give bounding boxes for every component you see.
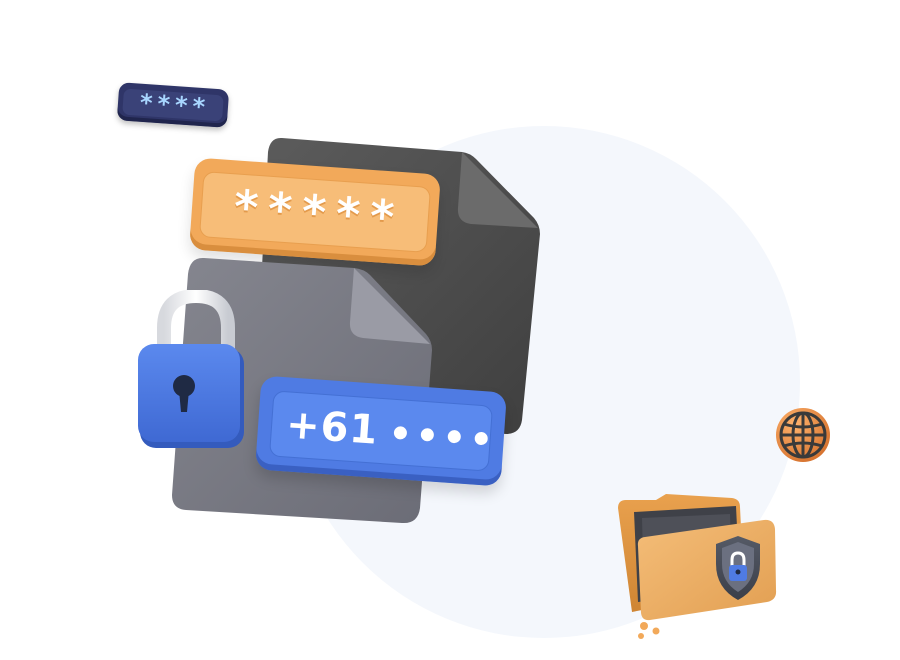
password-field-small: **** [116,82,230,128]
phone-number-field: +61 [255,375,507,487]
security-illustration: ***** +61 **** [0,0,900,660]
padlock-icon [136,288,246,452]
password-mask-small: **** [122,88,224,122]
globe-icon [774,406,832,464]
phone-number-masked: +61 [268,390,494,472]
password-field-large: ***** [189,157,441,267]
mask-dot [474,431,489,445]
mask-dot [447,429,462,444]
masked-digits [393,425,489,445]
mask-dot [393,425,408,440]
secure-folder-icon [612,490,782,640]
password-mask-large: ***** [198,171,432,253]
phone-country-code: +61 [284,401,380,454]
mask-dot [420,427,435,442]
